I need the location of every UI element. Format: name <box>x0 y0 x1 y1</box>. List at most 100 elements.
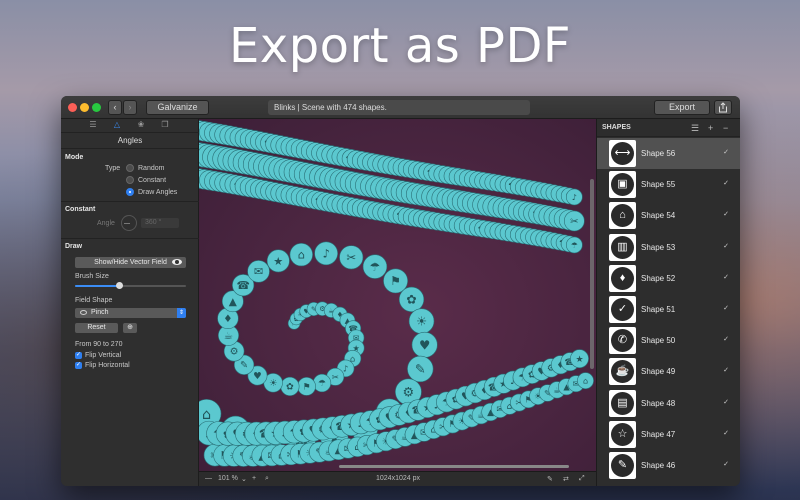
shape-row[interactable]: ▤ Shape 48 ✓ <box>597 388 740 419</box>
angle-dial[interactable] <box>121 215 137 231</box>
visible-check-icon[interactable]: ✓ <box>723 148 729 156</box>
draw-section-label: Draw <box>65 243 83 250</box>
shapes-header: SHAPES ☰ + − <box>597 119 740 137</box>
svg-text:⚑: ⚑ <box>303 383 311 393</box>
shape-row[interactable]: ☆ Shape 47 ✓ <box>597 419 740 450</box>
shape-row[interactable]: ▣ Shape 55 ✓ <box>597 169 740 200</box>
svg-text:✿: ✿ <box>286 382 294 393</box>
visible-check-icon[interactable]: ✓ <box>723 429 729 437</box>
target-button[interactable]: ⊕ <box>123 323 137 333</box>
canvas-shape: ⌂ <box>289 243 313 267</box>
shape-thumbnail: ✆ <box>609 327 636 355</box>
angle-field[interactable]: 360 ° <box>141 218 179 228</box>
vector-field-toggle-button[interactable]: Show/Hide Vector Field <box>75 257 186 268</box>
visible-check-icon[interactable]: ✓ <box>723 366 729 374</box>
brush-size-knob[interactable] <box>116 282 124 289</box>
shape-thumbnail: ♦ <box>609 264 636 292</box>
minimize-window-button[interactable] <box>80 103 89 112</box>
visible-check-icon[interactable]: ✓ <box>723 335 729 343</box>
shape-thumbnail: ☆ <box>609 420 636 448</box>
dumbbell-icon: ⟷ <box>611 142 634 165</box>
visible-check-icon[interactable]: ✓ <box>723 273 729 281</box>
canvas-shape: ⌂ <box>577 372 594 390</box>
visible-check-icon[interactable]: ✓ <box>723 179 729 187</box>
fit-icon[interactable]: ⤢ <box>579 475 585 483</box>
back-button[interactable]: ‹ <box>108 100 122 115</box>
swap-icon[interactable]: ⇄ <box>563 475 569 483</box>
shape-row[interactable]: ✓ Shape 51 ✓ <box>597 294 740 325</box>
tab-color[interactable]: ❀ <box>136 121 146 129</box>
teapot-icon: ☕ <box>611 360 634 384</box>
canvas[interactable]: ☎✉★⌂♪✂☂⚑✿☀♥✎⚙☕♦▲☎✉★⌂♪✂☂⚑✿☀♥✎⚙☕♦▲☎✉★⌂♪✂☂⚑… <box>199 119 596 471</box>
visible-check-icon[interactable]: ✓ <box>723 210 729 218</box>
pencil-tag-icon: ✎ <box>611 454 634 477</box>
panel-title: Angles <box>117 136 143 145</box>
canvas-shape: ★ <box>570 349 589 369</box>
svg-text:✎: ✎ <box>415 362 426 377</box>
chevron-down-icon[interactable]: ⌄ <box>241 475 247 483</box>
canvas-shape: ✿ <box>398 286 425 312</box>
canvas-shape: ✂ <box>339 245 364 270</box>
divider <box>61 148 199 149</box>
shape-row[interactable]: ✆ Shape 50 ✓ <box>597 325 740 356</box>
forward-button[interactable]: › <box>123 100 137 115</box>
list-options-icon[interactable]: ☰ <box>691 119 699 137</box>
tab-list[interactable]: ☰ <box>88 121 98 129</box>
radio-draw-angles[interactable] <box>126 188 134 196</box>
shape-row[interactable]: ⟷ Shape 56 ✓ <box>597 138 740 169</box>
shape-thumbnail: ⌂ <box>609 202 636 230</box>
visible-check-icon[interactable]: ✓ <box>723 242 729 250</box>
close-window-button[interactable] <box>68 103 77 112</box>
visible-check-icon[interactable]: ✓ <box>723 460 729 468</box>
shape-row[interactable]: ✎ Shape 46 ✓ <box>597 450 740 481</box>
shape-name: Shape 51 <box>641 305 676 314</box>
shape-row[interactable]: ⌂ Shape 54 ✓ <box>597 200 740 231</box>
galvanize-button[interactable]: Galvanize <box>146 100 209 115</box>
flip-horizontal-checkbox[interactable]: ✓ <box>75 362 82 369</box>
radio-random[interactable] <box>126 164 134 172</box>
magnifier-icon[interactable]: ⌕ <box>265 475 269 483</box>
canvas-shape: ♥ <box>411 331 438 358</box>
shape-thumbnail: ▣ <box>609 171 636 199</box>
svg-text:✉: ✉ <box>254 265 263 278</box>
pen-icon[interactable]: ✎ <box>547 475 553 483</box>
radio-constant[interactable] <box>126 176 134 184</box>
canvas-shape: ☂ <box>362 254 388 279</box>
chevron-updown-icon: ⇕ <box>177 308 186 318</box>
share-button[interactable] <box>714 100 732 115</box>
shape-thumbnail: ☕ <box>609 358 636 386</box>
shape-row[interactable]: ▥ Shape 53 ✓ <box>597 232 740 263</box>
svg-text:☂: ☂ <box>571 241 578 250</box>
field-shape-select[interactable]: Pinch ⇕ <box>75 308 186 318</box>
reset-button[interactable]: Reset <box>75 323 118 333</box>
ellipse-icon <box>80 310 87 315</box>
visible-check-icon[interactable]: ✓ <box>723 398 729 406</box>
flip-horizontal-label: Flip Horizontal <box>85 362 130 369</box>
export-button[interactable]: Export <box>654 100 710 115</box>
shape-thumbnail: ▥ <box>609 233 636 261</box>
flip-vertical-checkbox[interactable]: ✓ <box>75 352 82 359</box>
zoom-in-button[interactable]: + <box>252 475 256 482</box>
remove-shape-icon[interactable]: − <box>723 119 728 137</box>
tab-copy[interactable]: ❐ <box>160 121 170 129</box>
add-shape-icon[interactable]: + <box>708 119 713 137</box>
tab-angles[interactable]: △ <box>112 121 122 129</box>
canvas-shape: ★ <box>266 249 290 273</box>
canvas-shape: ☀ <box>408 308 435 334</box>
visible-check-icon[interactable]: ✓ <box>723 304 729 312</box>
vertical-scrollbar[interactable] <box>590 179 594 369</box>
zoom-value[interactable]: 101 % <box>218 475 238 482</box>
svg-text:♦: ♦ <box>223 313 232 325</box>
zoom-out-button[interactable]: — <box>205 475 212 482</box>
shape-name: Shape 47 <box>641 429 676 439</box>
shape-name: Shape 48 <box>641 398 676 408</box>
svg-text:⌂: ⌂ <box>583 377 588 386</box>
brush-size-slider[interactable] <box>75 282 186 289</box>
shape-name: Shape 56 <box>641 149 676 158</box>
shape-row[interactable]: ♦ Shape 52 ✓ <box>597 263 740 294</box>
canvas-shape: ⚑ <box>297 377 316 396</box>
horizontal-scrollbar[interactable] <box>339 465 569 468</box>
shape-row[interactable]: ☕ Shape 49 ✓ <box>597 356 740 387</box>
shapes-panel: SHAPES ☰ + − ⟷ Shape 56 ✓ ▣ Shape 55 ✓ ⌂ Shape … <box>596 119 740 486</box>
zoom-window-button[interactable] <box>92 103 101 112</box>
